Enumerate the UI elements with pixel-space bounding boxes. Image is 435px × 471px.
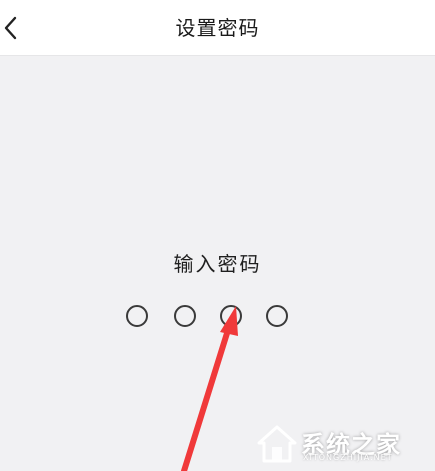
watermark-subtext: XITONGZHIJIA.NET (303, 453, 393, 462)
pin-input[interactable] (126, 305, 294, 329)
password-entry-panel: 输入密码 (0, 56, 435, 471)
pin-dot (266, 305, 288, 327)
password-prompt-label: 输入密码 (173, 252, 262, 276)
pin-dot (126, 305, 148, 327)
pin-dot (174, 305, 196, 327)
house-logo-icon (257, 425, 297, 463)
page-title: 设置密码 (175, 16, 260, 40)
nav-bar: 设置密码 (0, 0, 435, 56)
watermark: 系统之家 XITONGZHIJIA.NET (257, 421, 427, 467)
pin-dot (220, 305, 242, 327)
